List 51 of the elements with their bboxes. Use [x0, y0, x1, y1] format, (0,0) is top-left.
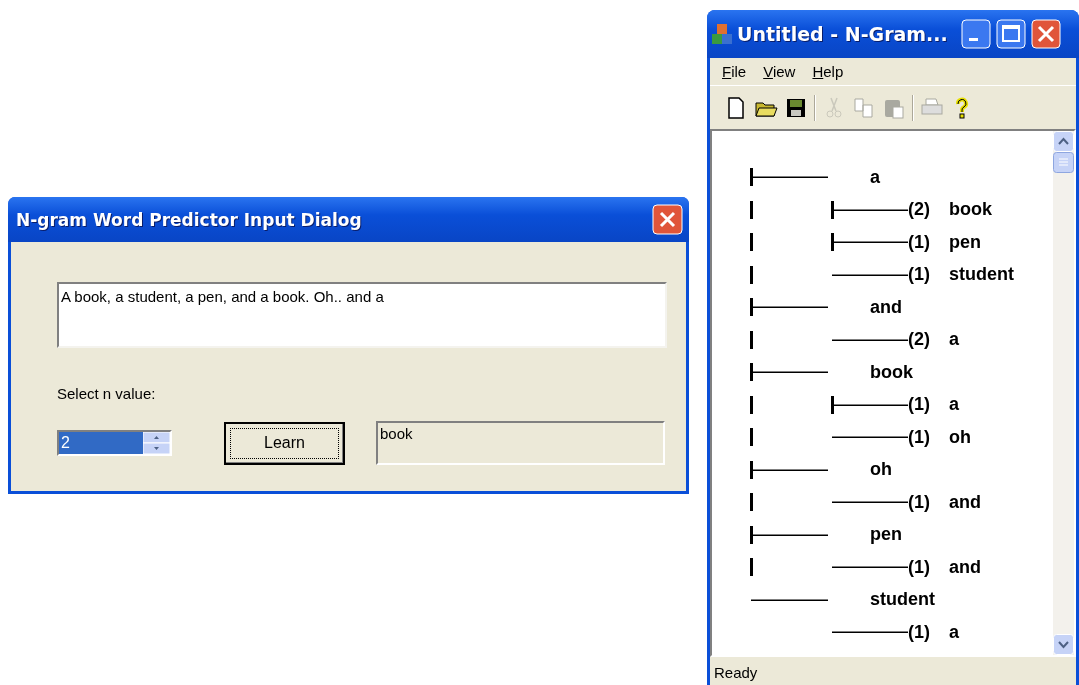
tree-node-word[interactable]: pen [870, 524, 902, 546]
tree-node-word[interactable]: and [870, 296, 902, 318]
trunk-line [750, 493, 753, 512]
trunk-line [750, 265, 753, 284]
tree-node-word[interactable]: book [870, 361, 913, 383]
menu-item[interactable]: View [763, 63, 796, 80]
count-label: (1) [908, 621, 931, 643]
count-label: (1) [908, 426, 931, 448]
window-title: Untitled - N-Gram... [737, 23, 948, 45]
text-input-field[interactable]: A book, a student, a pen, and a book. Oh.. and a [57, 282, 667, 348]
trunk-line [750, 395, 753, 414]
n-value-label: Select n value: [57, 385, 157, 402]
tree-node-word[interactable]: a [870, 166, 880, 188]
count-label: (2) [908, 329, 931, 351]
count-label: (2) [908, 199, 931, 221]
close-icon[interactable] [1030, 19, 1061, 49]
tree-node-word[interactable]: and [949, 491, 981, 513]
trunk-line [750, 200, 753, 219]
tree-node-word[interactable]: student [870, 589, 935, 611]
tree-node-word[interactable]: a [949, 394, 959, 416]
scroll-thumb-icon[interactable] [1053, 152, 1074, 173]
count-label: (1) [908, 491, 931, 513]
scroll-down-icon[interactable] [1053, 634, 1074, 655]
tree-node-word[interactable]: oh [949, 426, 971, 448]
count-label: (1) [908, 231, 931, 253]
scroll-up-icon[interactable] [1053, 131, 1074, 152]
n-value-spinner[interactable]: 2 [57, 430, 172, 456]
tree-node-word[interactable]: oh [870, 459, 892, 481]
minimize-icon[interactable] [960, 19, 991, 49]
menu-item[interactable]: File [722, 63, 747, 80]
app-blocks-icon [711, 23, 733, 45]
tree-node-word[interactable]: and [949, 556, 981, 578]
dialog-title: N-gram Word Predictor Input Dialog [16, 209, 362, 230]
trunk-line [750, 233, 753, 252]
close-icon[interactable] [652, 204, 683, 235]
tree-node-word[interactable]: pen [949, 231, 981, 253]
tree-node-word[interactable]: a [949, 329, 959, 351]
count-label: (1) [908, 394, 931, 416]
tree-node-word[interactable]: book [949, 199, 992, 221]
menu-item[interactable]: Help [812, 63, 844, 80]
count-label: (1) [908, 264, 931, 286]
status-text: Ready [714, 663, 758, 681]
prediction-output: book [376, 421, 665, 465]
trunk-line [750, 428, 753, 447]
tree-node-word[interactable]: a [949, 621, 959, 643]
maximize-icon[interactable] [995, 19, 1026, 49]
learn-button[interactable]: Learn [224, 421, 345, 465]
trunk-line [750, 330, 753, 349]
trunk-line [750, 558, 753, 577]
count-label: (1) [908, 556, 931, 578]
tree-node-word[interactable]: student [949, 264, 1014, 286]
